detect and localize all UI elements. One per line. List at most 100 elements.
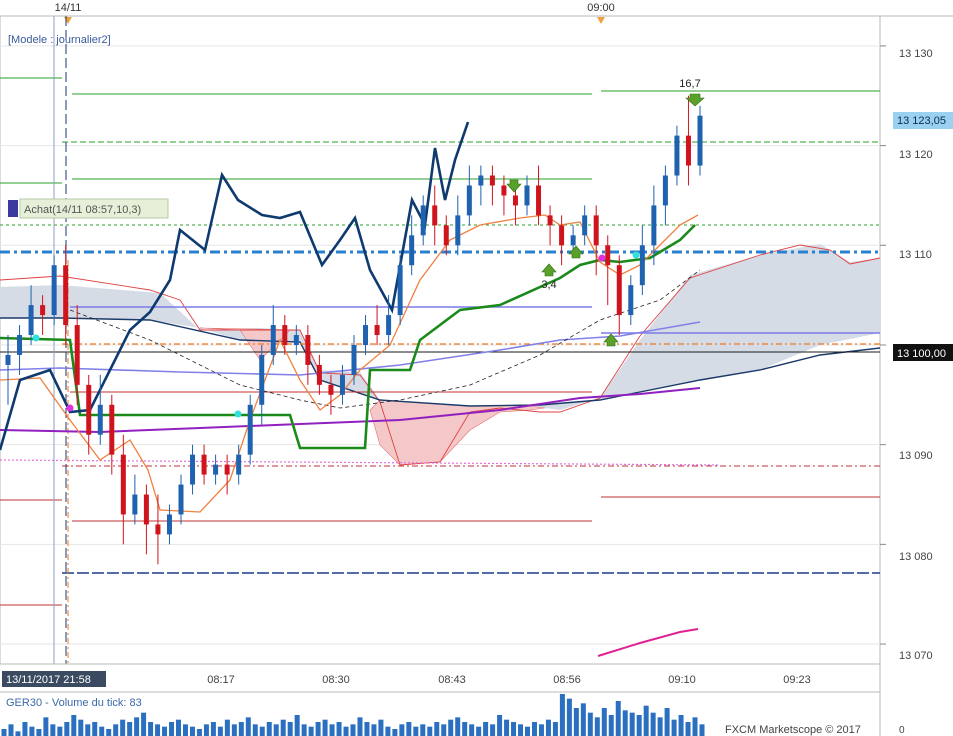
candle-body[interactable] [409,235,415,266]
candle-body[interactable] [293,335,299,345]
candle-body[interactable] [386,315,392,336]
candle-body[interactable] [363,325,369,345]
order-tag[interactable]: Achat(14/11 08:57,10,3) [8,198,169,219]
candle-body[interactable] [524,185,530,206]
candle-body[interactable] [259,354,265,405]
volume-bar [301,724,307,736]
candle-body[interactable] [201,454,207,475]
candle-body[interactable] [466,185,472,216]
candle-body[interactable] [420,205,426,236]
candle-body[interactable] [455,215,461,246]
volume-bar [280,719,286,736]
volume-bar [155,724,161,736]
volume-bar [113,724,119,736]
time-tick: 08:30 [322,674,350,686]
volume-label: GER30 - Volume du tick: 83 [6,697,142,709]
candle-body[interactable] [639,245,645,286]
volume-bar [162,726,168,736]
candle-body[interactable] [247,404,253,455]
candle-body[interactable] [489,175,495,186]
candle-body[interactable] [339,374,345,395]
candle-body[interactable] [132,494,138,515]
candle-body[interactable] [536,185,542,216]
candle-body[interactable] [5,354,11,365]
candle-body[interactable] [605,245,611,266]
volume-bar [685,722,691,736]
volume-bar [1,729,7,736]
volume-bar [22,722,28,736]
candle-body[interactable] [190,454,196,485]
candle-body[interactable] [374,325,380,336]
price-tick: 13 070 [899,650,933,662]
candle-body[interactable] [282,325,288,345]
volume-bar [238,722,244,736]
candle-body[interactable] [143,494,149,525]
candle-body[interactable] [593,215,599,246]
volume-bar [71,715,77,736]
candle-body[interactable] [270,325,276,355]
volume-bar [148,722,154,736]
candle-body[interactable] [17,335,23,355]
volume-axis-zero: 0 [899,725,905,736]
candle-body[interactable] [28,305,34,336]
time-tick: 08:43 [438,674,466,686]
time-tick: 08:56 [553,674,581,686]
volume-bar [127,722,133,736]
volume-bar [559,694,565,736]
volume-bar [141,712,147,736]
candle-body[interactable] [397,265,403,316]
candle-body[interactable] [97,404,103,435]
candle-body[interactable] [547,215,553,226]
candle-body[interactable] [86,384,92,435]
candle-body[interactable] [178,484,184,515]
candle-body[interactable] [662,175,668,206]
candle-body[interactable] [155,524,161,535]
candle-body[interactable] [478,175,484,186]
candle-body[interactable] [166,514,172,535]
candle-body[interactable] [616,265,622,316]
volume-bar [455,717,461,736]
volume-bar [210,722,216,736]
candle-body[interactable] [305,335,311,365]
volume-bar [518,724,524,736]
volume-bar [266,722,272,736]
candle-body[interactable] [316,364,322,385]
candle-body[interactable] [236,454,242,475]
volume-bar [182,724,188,736]
candle-body[interactable] [328,384,334,395]
candle-body[interactable] [109,404,115,455]
candle-body[interactable] [697,115,703,166]
volume-bar [692,717,698,736]
volume-bar [294,715,300,736]
candle-body[interactable] [512,195,518,206]
candle-body[interactable] [570,235,576,246]
candle-body[interactable] [351,344,357,375]
volume-bar [601,708,607,736]
candle-body[interactable] [63,265,69,326]
candle-body[interactable] [685,135,691,166]
candle-body[interactable] [501,185,507,196]
candle-body[interactable] [582,215,588,236]
level-price-label: 13 100,00 [897,348,946,360]
candle-body[interactable] [120,454,126,515]
candle-body[interactable] [40,305,46,316]
volume-bar [371,724,377,736]
candle-body[interactable] [213,464,219,475]
candle-body[interactable] [432,205,438,226]
volume-bar [315,722,321,736]
candle-body[interactable] [51,265,57,316]
candle-body[interactable] [628,285,634,316]
volume-bar [273,724,279,736]
volume-bar [64,722,70,736]
volume-bar [57,726,63,736]
candle-body[interactable] [559,225,565,246]
candle-body[interactable] [651,205,657,246]
candle-body[interactable] [224,464,230,475]
candle-body[interactable] [674,135,680,176]
volume-bar [224,719,230,736]
candle-body[interactable] [443,225,449,246]
candle-body[interactable] [74,325,80,385]
volume-bar [245,717,251,736]
volume-bar [106,729,112,736]
cross-marker [234,410,242,418]
